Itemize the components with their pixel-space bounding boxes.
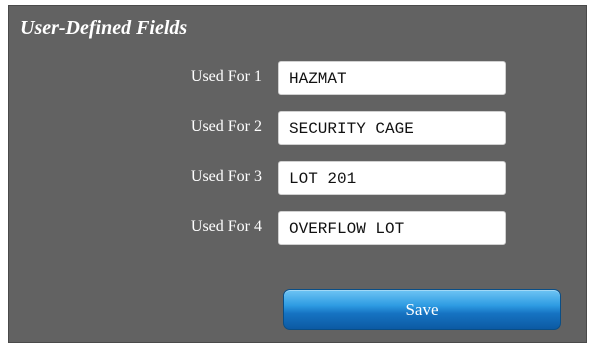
used-for-4-label: Used For 4 bbox=[190, 218, 262, 235]
field-row-used-for-3: Used For 3 bbox=[9, 161, 588, 195]
used-for-2-label: Used For 2 bbox=[190, 118, 262, 135]
used-for-3-input[interactable] bbox=[278, 161, 506, 195]
used-for-1-label: Used For 1 bbox=[190, 68, 262, 85]
used-for-2-input[interactable] bbox=[278, 111, 506, 145]
used-for-1-input[interactable] bbox=[278, 61, 506, 95]
field-row-used-for-1: Used For 1 bbox=[9, 61, 588, 95]
save-button[interactable]: Save bbox=[283, 289, 561, 330]
user-defined-fields-panel: User-Defined Fields Used For 1 Used For … bbox=[8, 5, 587, 343]
field-row-used-for-2: Used For 2 bbox=[9, 111, 588, 145]
used-for-4-input[interactable] bbox=[278, 211, 506, 245]
field-row-used-for-4: Used For 4 bbox=[9, 211, 588, 245]
used-for-3-label: Used For 3 bbox=[190, 168, 262, 185]
panel-title: User-Defined Fields bbox=[20, 17, 188, 39]
